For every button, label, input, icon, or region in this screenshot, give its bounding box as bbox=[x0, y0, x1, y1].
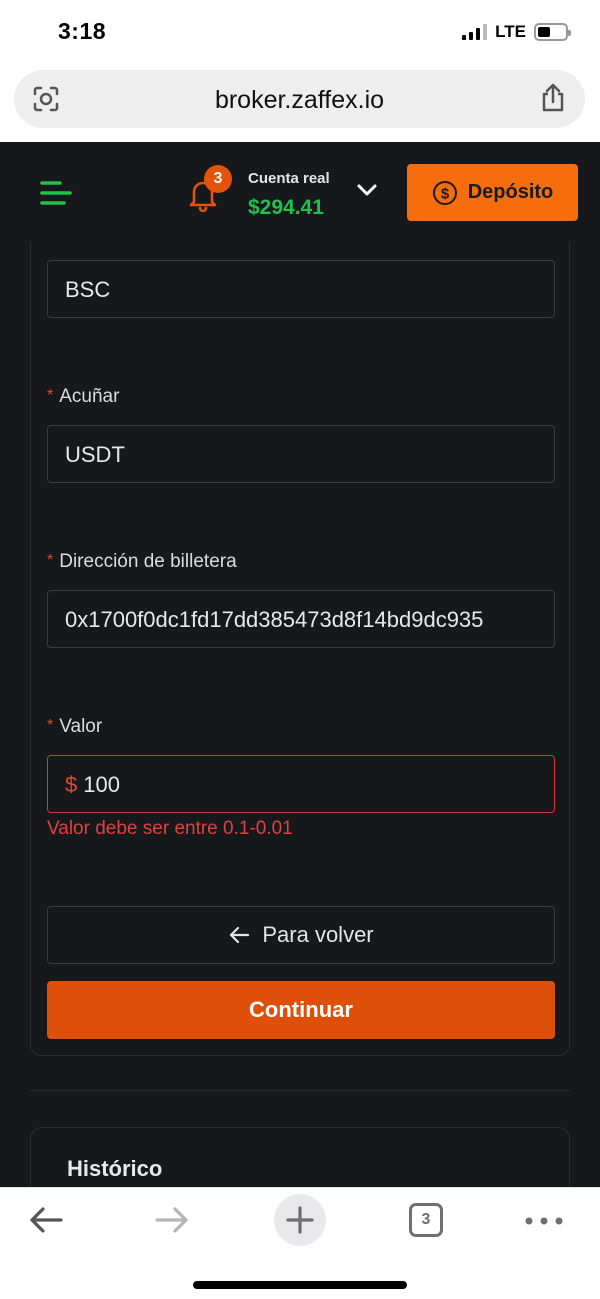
amount-label: * Valor bbox=[47, 716, 102, 738]
dollar-circle-icon: $ bbox=[432, 180, 457, 205]
history-title: Histórico bbox=[67, 1156, 163, 1181]
wallet-label: * Dirección de billetera bbox=[47, 551, 237, 573]
coin-label-text: Acuñar bbox=[59, 386, 120, 407]
tabs-icon[interactable]: 3 bbox=[409, 1203, 443, 1237]
signal-icon bbox=[462, 24, 488, 40]
forward-arrow-icon[interactable] bbox=[154, 1206, 190, 1234]
status-time: 3:18 bbox=[58, 18, 107, 44]
account-balance[interactable]: $294.41 bbox=[248, 196, 324, 220]
deposit-label: Depósito bbox=[467, 181, 554, 203]
required-mark: * bbox=[47, 717, 54, 734]
app-viewport: BSC * Acuñar USDT * Dirección de billetera… bbox=[0, 142, 600, 1187]
plus-icon bbox=[286, 1206, 314, 1234]
browser-toolbar: 3 bbox=[0, 1187, 600, 1299]
currency-symbol: $ bbox=[65, 772, 78, 797]
status-bar: 3:18 LTE bbox=[0, 0, 600, 66]
amount-label-text: Valor bbox=[59, 716, 103, 737]
amount-value: 100 bbox=[83, 772, 120, 797]
browser-address-area: broker.zaffex.io bbox=[0, 66, 600, 142]
network-value: BSC bbox=[65, 277, 111, 302]
more-icon[interactable] bbox=[524, 1216, 564, 1226]
network-type: LTE bbox=[495, 22, 526, 41]
wallet-label-text: Dirección de billetera bbox=[59, 551, 237, 572]
wallet-address-input[interactable]: 0x1700f0dc1fd17dd385473d8f14bd9dc935 bbox=[47, 590, 555, 648]
required-mark: * bbox=[47, 552, 54, 569]
coin-field[interactable]: USDT bbox=[47, 425, 555, 483]
new-tab-button[interactable] bbox=[274, 1194, 326, 1246]
amount-text: $100 bbox=[65, 772, 539, 798]
url-text[interactable]: broker.zaffex.io bbox=[14, 86, 585, 115]
deposit-button[interactable]: $ Depósito bbox=[407, 164, 578, 221]
network-field[interactable]: BSC bbox=[47, 260, 555, 318]
back-button-label: Para volver bbox=[262, 922, 374, 947]
withdraw-form-card: BSC * Acuñar USDT * Dirección de billetera… bbox=[30, 214, 570, 1056]
app-header: 3 Cuenta real $294.41 $ Depósito bbox=[0, 142, 600, 242]
status-indicators: LTE bbox=[462, 22, 571, 42]
amount-input[interactable]: $100 bbox=[47, 755, 555, 813]
svg-text:$: $ bbox=[441, 185, 450, 202]
coin-value: USDT bbox=[65, 442, 125, 467]
battery-icon bbox=[534, 23, 571, 41]
required-mark: * bbox=[47, 387, 54, 404]
share-icon[interactable] bbox=[539, 83, 567, 113]
continue-button[interactable]: Continuar bbox=[47, 981, 555, 1039]
arrow-left-icon bbox=[230, 926, 250, 944]
amount-error-message: Valor debe ser entre 0.1-0.01 bbox=[47, 818, 293, 839]
back-arrow-icon[interactable] bbox=[28, 1206, 64, 1234]
menu-icon[interactable] bbox=[40, 180, 72, 206]
home-indicator bbox=[193, 1281, 407, 1289]
notification-badge[interactable]: 3 bbox=[204, 165, 232, 193]
back-button[interactable]: Para volver bbox=[47, 906, 555, 964]
wallet-value: 0x1700f0dc1fd17dd385473d8f14bd9dc935 bbox=[65, 607, 484, 632]
history-card: Histórico bbox=[30, 1127, 570, 1187]
section-divider bbox=[30, 1090, 570, 1091]
chevron-down-icon[interactable] bbox=[356, 182, 378, 198]
address-bar[interactable]: broker.zaffex.io bbox=[14, 70, 585, 128]
account-label[interactable]: Cuenta real bbox=[248, 170, 330, 187]
coin-label: * Acuñar bbox=[47, 386, 119, 408]
